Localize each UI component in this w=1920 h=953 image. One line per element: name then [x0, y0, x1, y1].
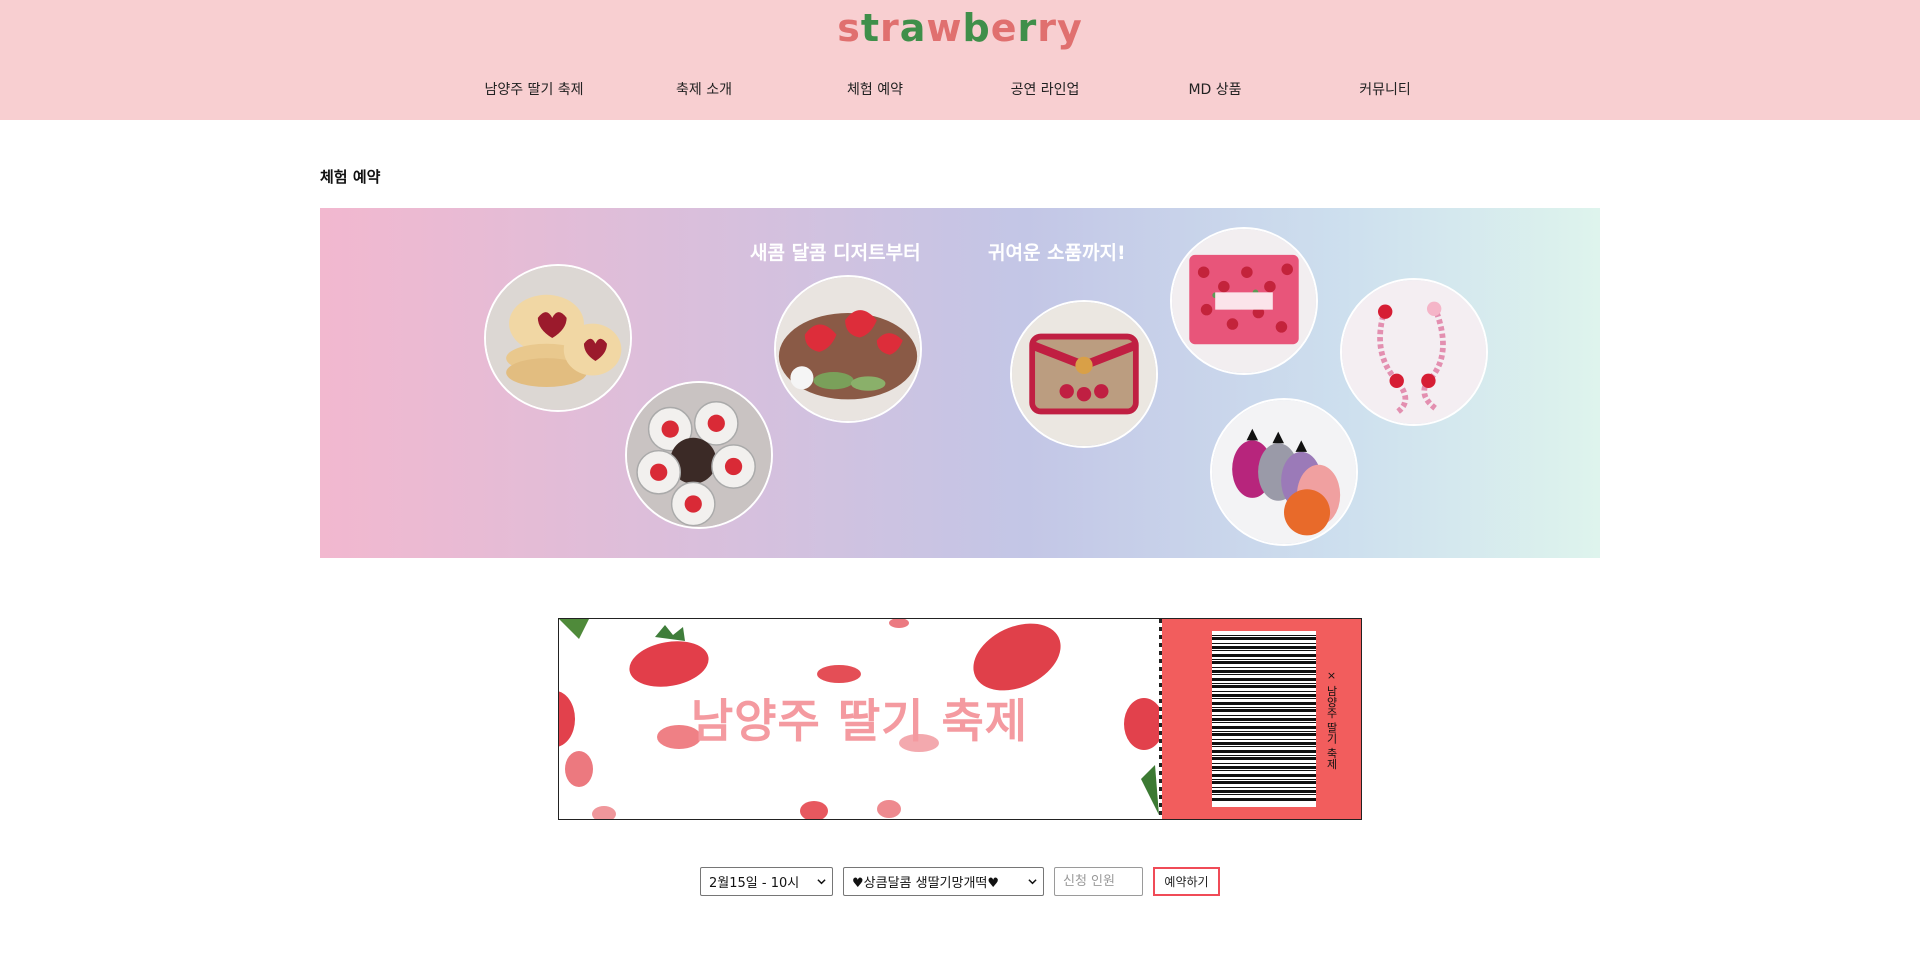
barcode-icon [1212, 631, 1316, 807]
logo-letter: r [880, 6, 900, 50]
experience-banner: 새콤 달콤 디저트부터 귀여운 소품까지! [320, 208, 1600, 558]
chevron-down-icon [1028, 879, 1037, 885]
knit-strawberry-keyrings-image [1210, 398, 1358, 546]
main-nav: 남양주 딸기 축제 축제 소개 체험 예약 공연 라인업 MD 상품 커뮤니티 [0, 79, 1920, 101]
chevron-down-icon [817, 879, 826, 885]
nav-item-festival-home[interactable]: 남양주 딸기 축제 [449, 79, 619, 99]
knit-card-case-image [1010, 300, 1158, 448]
page-title: 체험 예약 [320, 168, 381, 186]
nav-item-experience-booking[interactable]: 체험 예약 [790, 79, 960, 99]
logo-letter: y [1057, 6, 1083, 50]
banner-caption-desserts: 새콤 달콤 디저트부터 [750, 242, 921, 264]
logo-letter: t [860, 6, 880, 50]
logo-letter: r [1037, 6, 1057, 50]
logo-letter: w [926, 6, 963, 50]
logo-letter: s [837, 6, 861, 50]
logo-letter: e [990, 6, 1018, 50]
strawberry-cups-image [625, 381, 773, 529]
ticket-stub: × 남양주 딸기 축제 [1162, 619, 1361, 819]
ticket-title: 남양주 딸기 축제 [690, 694, 1029, 748]
reserve-button[interactable]: 예약하기 [1153, 867, 1220, 896]
nav-item-festival-intro[interactable]: 축제 소개 [619, 79, 789, 99]
logo-letter: b [962, 6, 991, 50]
booking-form: 2월15일 - 10시 ♥상큼달콤 생딸기망개떡♥ 예약하기 [0, 867, 1920, 897]
nav-item-md-goods[interactable]: MD 상품 [1130, 79, 1300, 99]
site-header: strawberry 남양주 딸기 축제 축제 소개 체험 예약 공연 라인업 … [0, 0, 1920, 120]
logo-letter: a [899, 6, 927, 50]
heart-cookie-image [484, 264, 632, 412]
ticket-main-area: 남양주 딸기 축제 [559, 619, 1160, 819]
strawberry-mochi-image [774, 275, 922, 423]
nav-item-performance-lineup[interactable]: 공연 라인업 [960, 79, 1130, 99]
program-select-value: ♥상큼달콤 생딸기망개떡♥ [852, 876, 1000, 891]
strawberry-pouch-image [1170, 227, 1318, 375]
people-count-input[interactable] [1054, 867, 1143, 896]
banner-caption-goods: 귀여운 소품까지! [988, 242, 1126, 264]
date-time-select-value: 2월15일 - 10시 [709, 876, 800, 891]
date-time-select[interactable]: 2월15일 - 10시 [700, 867, 833, 896]
nav-item-community[interactable]: 커뮤니티 [1300, 79, 1470, 99]
logo-letter: r [1017, 6, 1038, 50]
program-select[interactable]: ♥상큼달콤 생딸기망개떡♥ [843, 867, 1044, 896]
beaded-earrings-image [1340, 278, 1488, 426]
strawberry-logo[interactable]: strawberry [0, 6, 1920, 50]
festival-ticket: 남양주 딸기 축제 × 남양주 딸기 축제 [558, 618, 1362, 820]
ticket-stub-text: × 남양주 딸기 축제 [1325, 668, 1338, 770]
